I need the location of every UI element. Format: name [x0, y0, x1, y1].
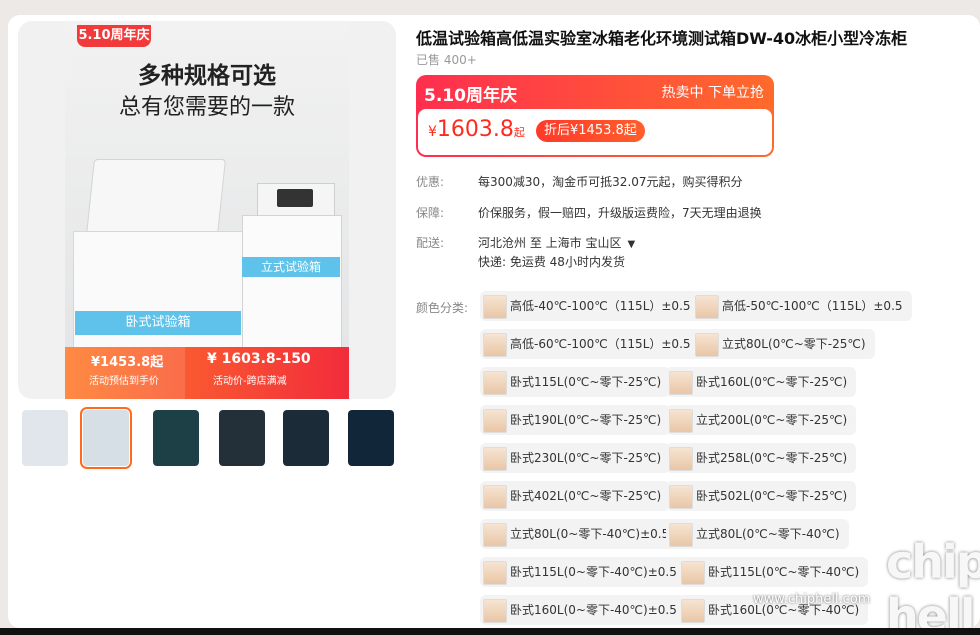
option-chip[interactable]: 卧式115L(0~零下-40℃)±0.5 [480, 557, 686, 587]
promo-activity-price: ¥ 1603.8-150 [207, 351, 311, 367]
option-label: 立式80L(0℃~零下-40℃) [696, 527, 840, 541]
option-chip[interactable]: 卧式115L(0℃~零下-40℃) [678, 557, 869, 587]
option-thumbnail [669, 485, 693, 509]
option-thumbnail [483, 333, 507, 357]
option-thumbnail [483, 409, 507, 433]
sold-count: 已售 400+ [416, 53, 477, 67]
upright-cabinet-label: 立式试验箱 [242, 257, 340, 277]
guarantee-value: 价保服务，假一赔四，升级版运费险，7天无理由退换 [478, 206, 762, 220]
promo-price-bar: ¥1453.8起 活动预估到手价 ¥ 1603.8-150 活动价-跨店满减 [65, 347, 349, 399]
chest-freezer-lid [86, 159, 226, 235]
option-label: 卧式402L(0℃~零下-25℃) [510, 489, 662, 503]
option-chip[interactable]: 卧式190L(0℃~零下-25℃) [480, 405, 671, 435]
thumb-1[interactable] [22, 410, 68, 466]
option-chip[interactable]: 高低-60℃-100℃（115L）±0.5 [480, 329, 700, 359]
thumb-6[interactable] [348, 410, 394, 466]
promo-value: 每300减30，淘金币可抵32.07元起，购买得积分 [478, 175, 743, 189]
option-label: 卧式502L(0℃~零下-25℃) [696, 489, 848, 503]
hot-sale-label: 热卖中 下单立抢 [661, 85, 764, 101]
price-box: 5.10周年庆 热卖中 下单立抢 ¥1603.8起 折后¥1453.8起 [416, 75, 774, 157]
headline: 多种规格可选 [138, 63, 276, 89]
option-thumbnail [669, 409, 693, 433]
delivery-route[interactable]: 河北沧州 至 上海市 宝山区 ▼ [478, 234, 635, 251]
price-inner: ¥1603.8起 折后¥1453.8起 [418, 109, 772, 155]
option-thumbnail [669, 523, 693, 547]
option-thumbnail [483, 523, 507, 547]
option-label: 卧式115L(0~零下-40℃)±0.5 [510, 565, 677, 579]
product-title: 低温试验箱高低温实验室冰箱老化环境测试箱DW-40冰柜小型冷冻柜 [416, 29, 908, 48]
thumb-5[interactable] [283, 410, 329, 466]
options-label: 颜色分类: [416, 301, 469, 315]
bottom-bar [0, 628, 980, 635]
delivery-route-text: 河北沧州 至 上海市 宝山区 [478, 236, 622, 250]
thumb-2[interactable] [80, 407, 132, 469]
option-chip[interactable]: 高低-50℃-100℃（115L）±0.5 [692, 291, 912, 321]
current-price: ¥1603.8起 [428, 117, 525, 142]
watermark-logo: chip hell [886, 535, 980, 628]
option-label: 卧式190L(0℃~零下-25℃) [510, 413, 662, 427]
product-card: 5.10周年庆 多种规格可选 总有您需要的一款 卧式试验箱 立式试验箱 ¥145… [8, 15, 980, 628]
option-chip[interactable]: 卧式258L(0℃~零下-25℃) [666, 443, 857, 473]
chest-freezer-label: 卧式试验箱 [75, 311, 241, 335]
price-event-label: 5.10周年庆 [424, 86, 517, 106]
option-label: 立式80L(0~零下-40℃)±0.5 [510, 527, 670, 541]
control-panel [277, 189, 313, 207]
option-chip[interactable]: 卧式230L(0℃~零下-25℃) [480, 443, 671, 473]
chevron-down-icon[interactable]: ▼ [627, 239, 635, 250]
price-suffix: 起 [513, 126, 525, 139]
option-thumbnail [695, 333, 719, 357]
option-chip[interactable]: 高低-40℃-100℃（115L）±0.5 [480, 291, 700, 321]
option-thumbnail [483, 447, 507, 471]
option-thumbnail [669, 447, 693, 471]
option-thumbnail [695, 295, 719, 319]
watermark-url: www.chiphell.com [753, 592, 871, 607]
delivery-extra: 快递: 免运费 48小时内发货 [478, 255, 625, 269]
subheadline: 总有您需要的一款 [118, 95, 295, 120]
guarantee-label: 保障: [416, 206, 445, 220]
option-chip[interactable]: 立式80L(0℃~零下-25℃) [692, 329, 875, 359]
option-chip[interactable]: 卧式160L(0℃~零下-25℃) [666, 367, 857, 397]
currency-symbol: ¥ [428, 124, 437, 140]
option-label: 卧式160L(0℃~零下-25℃) [696, 375, 848, 389]
option-label: 高低-50℃-100℃（115L）±0.5 [722, 299, 903, 313]
option-thumbnail [483, 599, 507, 623]
brand-tag: 5.10周年庆 [77, 25, 151, 47]
thumb-4[interactable] [219, 410, 265, 466]
promo-estimated-price: ¥1453.8起 [91, 355, 164, 370]
option-thumbnail [669, 371, 693, 395]
main-product-image[interactable]: 5.10周年庆 多种规格可选 总有您需要的一款 卧式试验箱 立式试验箱 ¥145… [18, 21, 396, 399]
option-label: 立式80L(0℃~零下-25℃) [722, 337, 866, 351]
promo-activity-caption: 活动价-跨店满减 [213, 376, 287, 387]
thumb-3[interactable] [153, 410, 199, 466]
option-chip[interactable]: 立式200L(0℃~零下-25℃) [666, 405, 857, 435]
delivery-label: 配送: [416, 236, 445, 250]
option-label: 卧式160L(0~零下-40℃)±0.5 [510, 603, 677, 617]
option-label: 卧式115L(0℃~零下-25℃) [510, 375, 662, 389]
option-thumbnail [681, 561, 705, 585]
option-chip[interactable]: 立式80L(0~零下-40℃)±0.5 [480, 519, 679, 549]
option-chip[interactable]: 卧式502L(0℃~零下-25℃) [666, 481, 857, 511]
option-chip[interactable]: 立式80L(0℃~零下-40℃) [666, 519, 849, 549]
price-amount: 1603.8 [436, 117, 514, 142]
promo-label: 优惠: [416, 175, 445, 189]
option-label: 卧式258L(0℃~零下-25℃) [696, 451, 848, 465]
option-thumbnail [483, 371, 507, 395]
option-thumbnail [681, 599, 705, 623]
option-thumbnail [483, 295, 507, 319]
option-label: 卧式115L(0℃~零下-40℃) [708, 565, 860, 579]
option-label: 高低-60℃-100℃（115L）±0.5 [510, 337, 691, 351]
option-chip[interactable]: 卧式115L(0℃~零下-25℃) [480, 367, 671, 397]
hero-banner: 5.10周年庆 多种规格可选 总有您需要的一款 卧式试验箱 立式试验箱 ¥145… [65, 21, 349, 399]
discount-price-chip[interactable]: 折后¥1453.8起 [536, 120, 645, 142]
option-chip[interactable]: 卧式402L(0℃~零下-25℃) [480, 481, 671, 511]
option-label: 卧式230L(0℃~零下-25℃) [510, 451, 662, 465]
option-label: 立式200L(0℃~零下-25℃) [696, 413, 848, 427]
option-thumbnail [483, 561, 507, 585]
option-thumbnail [483, 485, 507, 509]
promo-estimated-caption: 活动预估到手价 [89, 376, 159, 387]
option-label: 高低-40℃-100℃（115L）±0.5 [510, 299, 691, 313]
option-chip[interactable]: 卧式160L(0~零下-40℃)±0.5 [480, 595, 686, 625]
